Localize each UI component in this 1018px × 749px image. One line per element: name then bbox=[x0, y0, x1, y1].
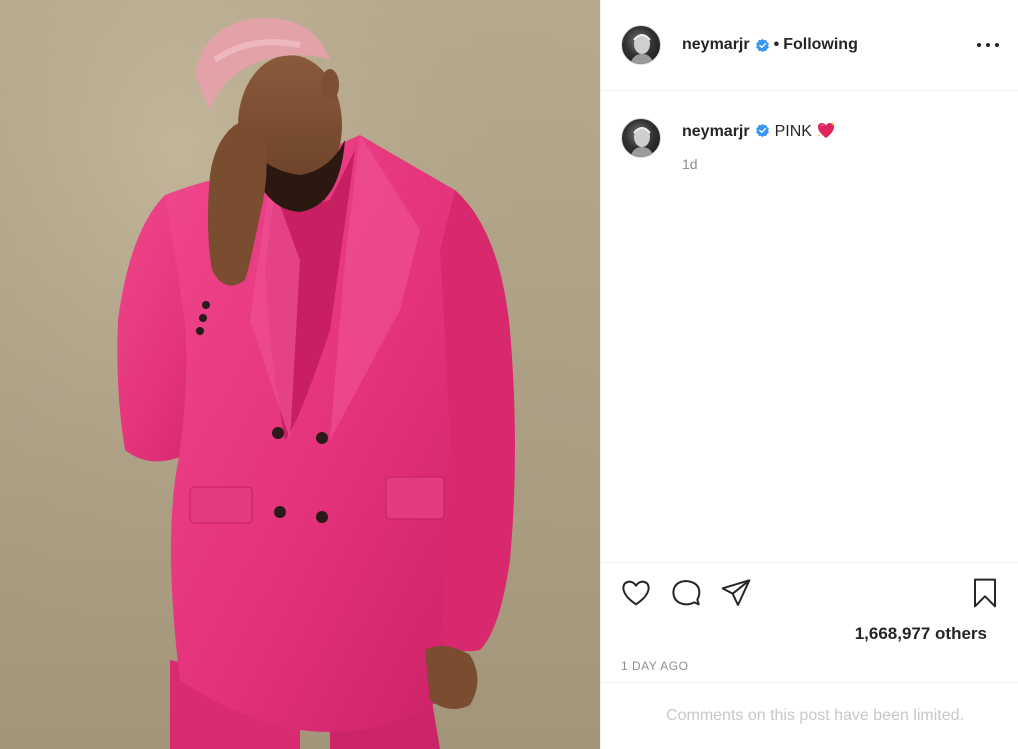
avatar-portrait-icon bbox=[630, 127, 654, 157]
separator-dot: • bbox=[773, 36, 780, 53]
caption-text: PINK bbox=[774, 123, 812, 140]
share-icon[interactable] bbox=[720, 577, 752, 609]
comments-limited-text: Comments on this post have been limited. bbox=[666, 707, 964, 724]
post-caption: neymarjr PINK 1d bbox=[621, 118, 1001, 172]
verified-badge-icon bbox=[755, 38, 769, 52]
post-details-panel: neymarjr • Following neymarjr PINK 1d 1,… bbox=[600, 0, 1018, 749]
caption-author-avatar[interactable] bbox=[621, 118, 661, 158]
bookmark-icon[interactable] bbox=[969, 577, 1001, 609]
post-photo-illustration bbox=[0, 0, 600, 749]
heart-icon[interactable] bbox=[620, 577, 652, 609]
caption-line: neymarjr PINK bbox=[682, 118, 836, 146]
author-avatar[interactable] bbox=[621, 25, 661, 65]
verified-badge-icon bbox=[755, 123, 769, 138]
post-header: neymarjr • Following bbox=[601, 0, 1018, 91]
more-dot bbox=[995, 43, 999, 47]
instagram-post-modal: neymarjr • Following neymarjr PINK 1d 1,… bbox=[0, 0, 1018, 749]
sparkling-heart-icon bbox=[817, 121, 835, 138]
comments-limited-notice: Comments on this post have been limited. bbox=[601, 682, 1018, 749]
caption-timestamp[interactable]: 1d bbox=[682, 156, 836, 172]
post-actions: 1,668,977 others 1 DAY AGO bbox=[601, 562, 1018, 682]
author-username[interactable]: neymarjr bbox=[682, 36, 750, 54]
more-dot bbox=[977, 43, 981, 47]
caption-username[interactable]: neymarjr bbox=[682, 123, 750, 140]
post-photo[interactable] bbox=[0, 0, 600, 749]
comment-icon[interactable] bbox=[670, 577, 702, 609]
caption-body: neymarjr PINK 1d bbox=[682, 118, 836, 172]
post-date[interactable]: 1 DAY AGO bbox=[621, 659, 688, 673]
avatar-portrait-icon bbox=[630, 34, 654, 64]
more-options-icon[interactable] bbox=[977, 36, 999, 54]
likes-count[interactable]: 1,668,977 others bbox=[855, 624, 987, 644]
more-dot bbox=[986, 43, 990, 47]
following-button[interactable]: Following bbox=[783, 36, 858, 54]
